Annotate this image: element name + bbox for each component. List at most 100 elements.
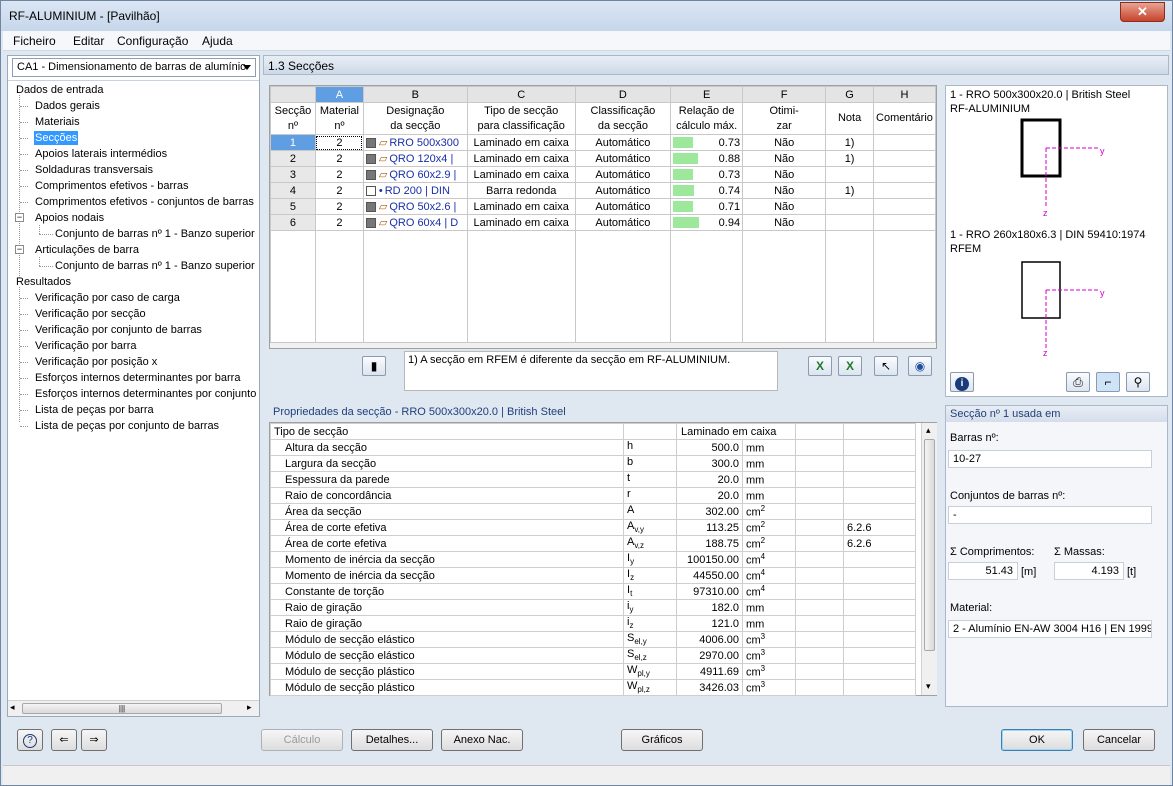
library-book-icon[interactable]: ▮ [362,356,386,376]
optimize-cell[interactable]: Não [742,150,827,167]
col-letter-g[interactable]: G [825,86,874,103]
material-no-cell[interactable]: 2 [314,166,364,183]
tree-item-design-by-set[interactable]: Verificação por conjunto de barras [35,323,202,337]
export-left-icon[interactable]: ⇐ [51,729,77,751]
col-letter-c[interactable]: C [466,86,576,103]
menu-ficheiro[interactable]: Ficheiro [13,34,56,48]
row-number[interactable]: 5 [270,198,316,215]
comment-cell[interactable] [872,166,937,183]
info-icon[interactable]: i [950,372,974,392]
zoom-icon[interactable]: ⚲ [1126,372,1150,392]
optimize-cell[interactable]: Não [742,182,827,199]
tree-item-design-by-member[interactable]: Verificação por barra [35,339,137,353]
tree-item-member-hinges[interactable]: Articulações de barra [35,243,139,257]
tree-item-parts-list-member[interactable]: Lista de peças por barra [35,403,154,417]
classification-cell[interactable]: Automático [574,214,672,231]
classification-cell[interactable]: Automático [574,166,672,183]
comment-cell[interactable] [872,198,937,215]
row-number[interactable]: 3 [270,166,316,183]
scroll-left-icon[interactable]: ◂ [10,702,15,713]
collapse-icon[interactable]: − [15,245,24,254]
ok-button[interactable]: OK [1001,729,1073,751]
tree-item-parts-list-set[interactable]: Lista de peças por conjunto de barras [35,419,219,433]
section-type-cell[interactable]: Laminado em caixa [466,214,576,231]
col-letter-h[interactable]: H [872,86,937,103]
tree-node-input-data[interactable]: Dados de entrada [16,83,103,97]
print-icon[interactable]: ⎙ [1066,372,1090,392]
material-no-cell[interactable]: 2 [314,214,364,231]
table-row[interactable]: 4 2 • RD 200 | DIN Barra redonda Automático 0.… [270,182,937,199]
classification-cell[interactable]: Automático [574,182,672,199]
tree-item-lateral-supports[interactable]: Apoios laterais intermédios [35,147,167,161]
tree-item-governing-forces-set[interactable]: Esforços internos determinantes por conj… [35,387,256,401]
calculation-button[interactable]: Cálculo [261,729,343,751]
export-right-icon[interactable]: ⇒ [81,729,107,751]
tree-item-transverse-welds[interactable]: Soldaduras transversais [35,163,153,177]
designation-cell[interactable]: • RD 200 | DIN [362,182,468,199]
row-number[interactable]: 1 [270,134,316,151]
optimize-cell[interactable]: Não [742,214,827,231]
optimize-cell[interactable]: Não [742,198,827,215]
pick-in-model-icon[interactable]: ↖ [874,356,898,376]
tree-item-member-hinges-set1[interactable]: Conjunto de barras nº 1 - Banzo superior [55,259,255,273]
scrollbar-thumb[interactable] [924,439,935,651]
designation-cell[interactable]: ▱ QRO 120x4 | [362,150,468,167]
table-row[interactable]: 6 2 ▱ QRO 60x4 | D Laminado em caixa Automáti… [270,214,937,231]
tree-node-results[interactable]: Resultados [16,275,71,289]
national-annex-button[interactable]: Anexo Nac. [441,729,523,751]
collapse-icon[interactable]: − [15,213,24,222]
section-type-cell[interactable]: Laminado em caixa [466,134,576,151]
scrollbar-thumb[interactable]: ||| [22,703,222,714]
optimize-cell[interactable]: Não [742,166,827,183]
excel-import-icon[interactable]: X [808,356,832,376]
classification-cell[interactable]: Automático [574,134,672,151]
graphics-button[interactable]: Gráficos [621,729,703,751]
material-no-cell[interactable]: 2 [314,198,364,215]
col-letter-f[interactable]: F [742,86,827,103]
details-button[interactable]: Detalhes... [351,729,433,751]
tree-item-design-by-section[interactable]: Verificação por secção [35,307,146,321]
tree-item-nodal-supports-set1[interactable]: Conjunto de barras nº 1 - Banzo superior [55,227,255,241]
material-no-cell[interactable]: 2 [314,150,364,167]
section-type-cell[interactable]: Laminado em caixa [466,150,576,167]
tree-item-governing-forces-member[interactable]: Esforços internos determinantes por barr… [35,371,240,385]
section-type-cell[interactable]: Laminado em caixa [466,198,576,215]
table-row[interactable]: 2 2 ▱ QRO 120x4 | Laminado em caixa Automátic… [270,150,937,167]
section-type-cell[interactable]: Laminado em caixa [466,166,576,183]
comment-cell[interactable] [872,134,937,151]
classification-cell[interactable]: Automático [574,198,672,215]
tree-item-design-by-x-location[interactable]: Verificação por posição x [35,355,157,369]
scroll-up-icon[interactable]: ▴ [926,425,931,436]
col-letter-e[interactable]: E [670,86,744,103]
tree-item-effective-lengths-members[interactable]: Comprimentos efetivos - barras [35,179,188,193]
section-type-cell[interactable]: Barra redonda [466,182,576,199]
table-row[interactable]: 3 2 ▱ QRO 60x2.9 | Laminado em caixa Automáti… [270,166,937,183]
row-number[interactable]: 4 [270,182,316,199]
module-case-dropdown[interactable]: CA1 - Dimensionamento de barras de alumí… [12,58,256,77]
material-no-cell[interactable]: 2 [314,182,364,199]
comment-cell[interactable] [872,214,937,231]
optimize-cell[interactable]: Não [742,134,827,151]
cancel-button[interactable]: Cancelar [1083,729,1155,751]
close-button[interactable]: ✕ [1120,2,1165,22]
view-icon[interactable]: ◉ [908,356,932,376]
menu-ajuda[interactable]: Ajuda [202,34,233,48]
excel-export-icon[interactable]: X [838,356,862,376]
scroll-right-icon[interactable]: ▸ [247,702,252,713]
tree-item-effective-lengths-sets[interactable]: Comprimentos efetivos - conjuntos de bar… [35,195,254,209]
designation-cell[interactable]: ▱ QRO 50x2.6 | [362,198,468,215]
help-icon[interactable]: ? [17,729,43,751]
comment-cell[interactable] [872,182,937,199]
menu-editar[interactable]: Editar [73,34,104,48]
menu-configuracao[interactable]: Configuração [117,34,188,48]
table-row[interactable]: 1 2 ▱ RRO 500x300 Laminado em caixa Automátic… [270,134,937,151]
tree-item-sections[interactable]: Secções [34,131,79,145]
tree-item-nodal-supports[interactable]: Apoios nodais [35,211,104,225]
col-letter-d[interactable]: D [574,86,672,103]
col-letter-b[interactable]: B [362,86,468,103]
designation-cell[interactable]: ▱ QRO 60x2.9 | [362,166,468,183]
material-no-cell[interactable]: 2 [314,134,364,151]
scroll-down-icon[interactable]: ▾ [926,681,931,692]
tree-item-materials[interactable]: Materiais [35,115,80,129]
tree-horizontal-scrollbar[interactable]: ◂ ||| ▸ [8,700,259,716]
